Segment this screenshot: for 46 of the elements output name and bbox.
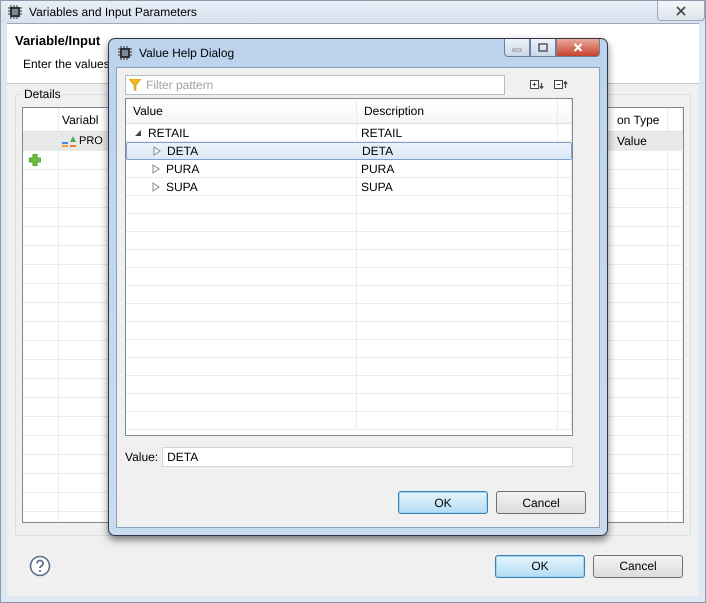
- close-button[interactable]: [556, 39, 600, 57]
- tree-item-label[interactable]: RETAIL: [148, 126, 190, 140]
- tree-item-label[interactable]: PURA: [166, 162, 200, 176]
- app-icon: [7, 4, 23, 20]
- collapsed-arrow-icon[interactable]: [152, 164, 160, 174]
- ok-button[interactable]: OK: [495, 554, 585, 578]
- help-icon[interactable]: [29, 555, 51, 577]
- parameter-icon: [62, 135, 76, 147]
- table-cell: PRO: [79, 135, 103, 147]
- add-icon[interactable]: [29, 154, 41, 166]
- collapsed-arrow-icon[interactable]: [153, 146, 161, 156]
- table-cell: DETA: [362, 144, 394, 158]
- close-icon: [573, 43, 583, 52]
- column-header: Description: [364, 104, 424, 118]
- maximize-icon: [538, 43, 548, 52]
- page-heading: Variable/Input: [15, 32, 100, 48]
- minimize-button[interactable]: [504, 39, 530, 57]
- expanded-arrow-icon[interactable]: [134, 128, 142, 136]
- column-header: Variabl: [62, 112, 98, 126]
- ok-button[interactable]: OK: [398, 491, 488, 514]
- value-label: Value:: [125, 450, 158, 464]
- expand-all-icon[interactable]: [530, 80, 544, 90]
- tree-item-label[interactable]: DETA: [167, 144, 198, 158]
- table-cell: Value: [617, 134, 647, 148]
- table-cell: SUPA: [361, 180, 393, 194]
- column-header: on Type: [617, 112, 660, 126]
- tree-item-label[interactable]: SUPA: [166, 180, 198, 194]
- tree-row[interactable]: DETA DETA: [126, 142, 572, 160]
- cancel-button[interactable]: Cancel: [496, 491, 586, 514]
- collapse-all-icon[interactable]: [554, 80, 568, 90]
- window-title: Variables and Input Parameters: [29, 4, 197, 19]
- page-description: Enter the values: [22, 56, 111, 71]
- cancel-button[interactable]: Cancel: [593, 554, 683, 578]
- column-header: Value: [133, 104, 163, 118]
- maximize-button[interactable]: [530, 39, 556, 57]
- filter-field[interactable]: Filter pattern: [125, 75, 505, 95]
- app-icon: [117, 45, 133, 61]
- close-icon: [676, 6, 686, 16]
- collapsed-arrow-icon[interactable]: [152, 182, 160, 192]
- filter-icon: [129, 79, 141, 91]
- table-cell: RETAIL: [361, 126, 402, 140]
- group-title: Details: [22, 87, 63, 101]
- table-cell: PURA: [361, 162, 394, 176]
- close-button[interactable]: [657, 1, 705, 21]
- dialog-title: Value Help Dialog: [139, 46, 234, 60]
- value-field[interactable]: DETA: [162, 447, 573, 467]
